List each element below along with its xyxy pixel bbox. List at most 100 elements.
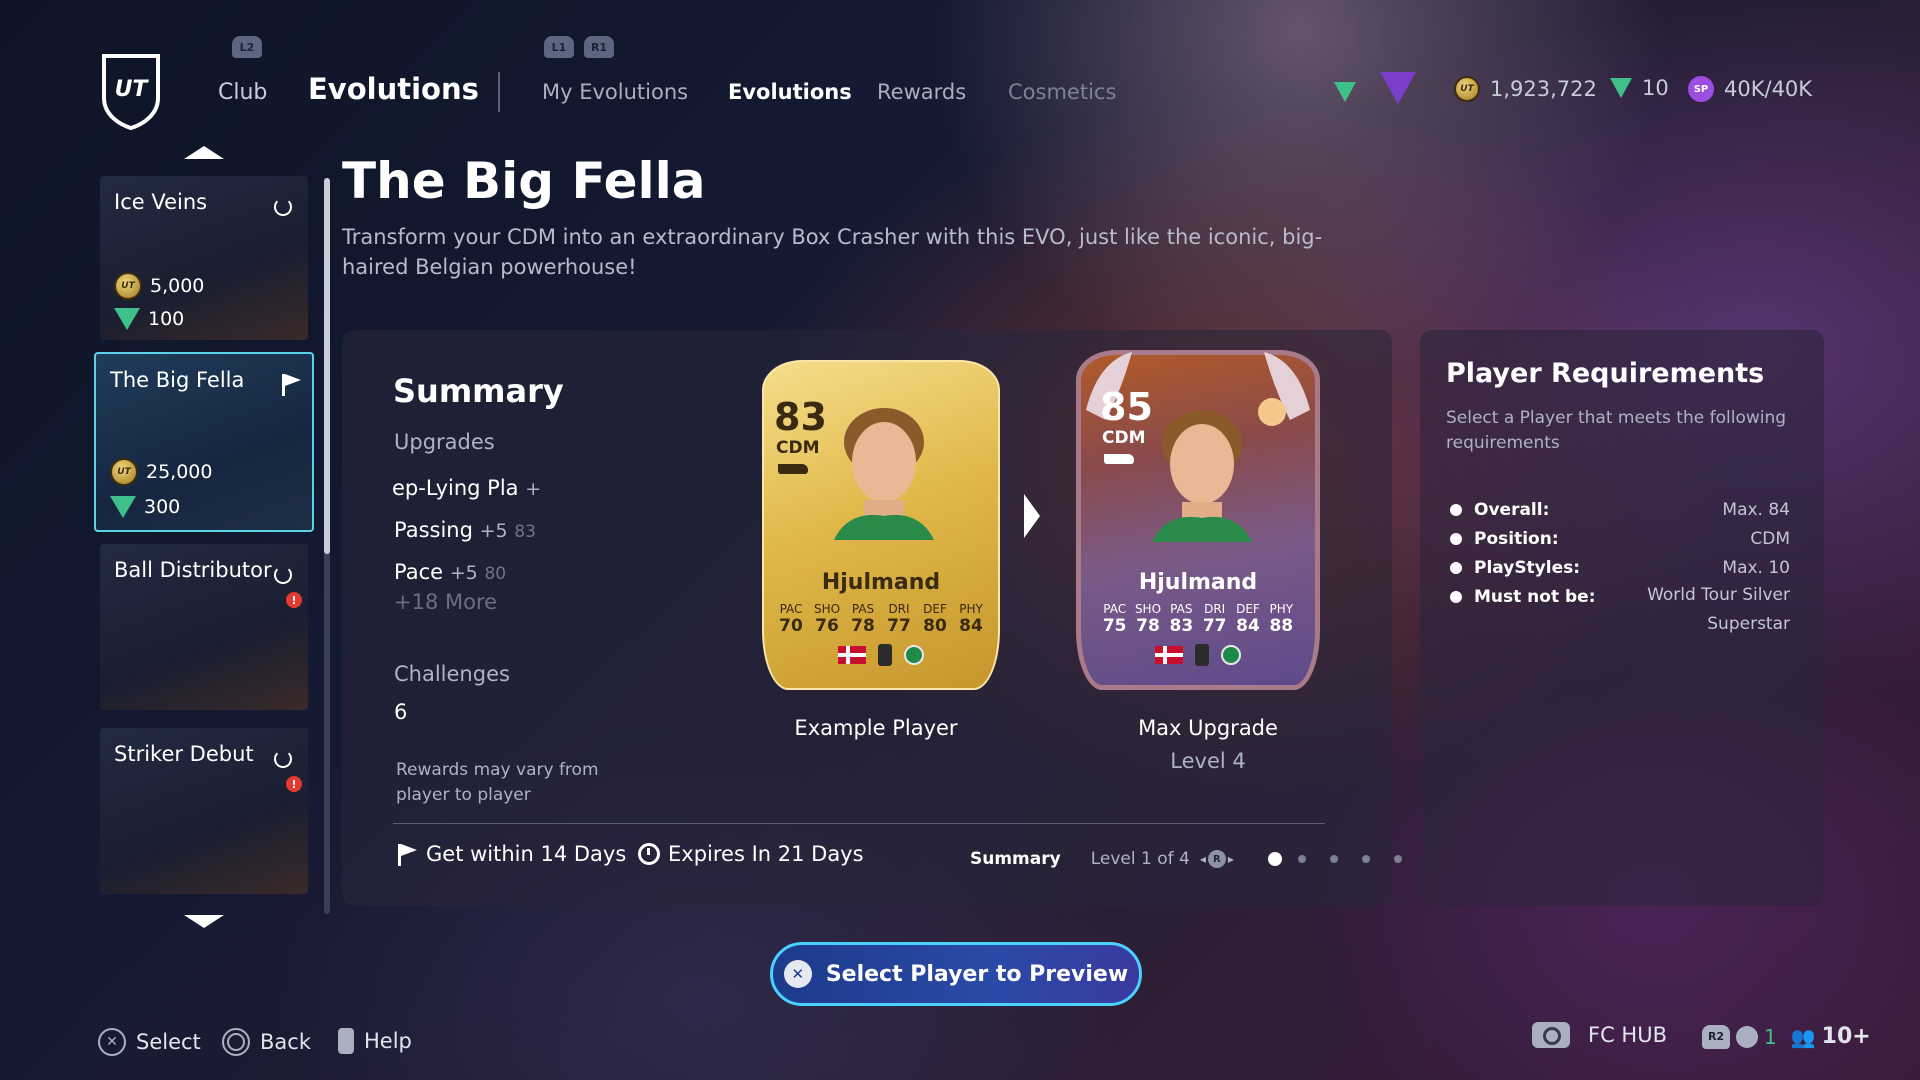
coins-value: 1,923,722 [1490,77,1597,101]
r1-button-icon: R1 [584,36,614,58]
evo-card-ball-distributor[interactable]: Ball Distributor ! [100,544,308,710]
cta-label: Select Player to Preview [825,961,1129,987]
fc-hub-label: FC HUB [1588,1023,1667,1047]
denmark-flag-icon [1155,646,1183,664]
repeatable-icon [274,198,292,216]
circle-button-icon [222,1028,250,1056]
evo-coin-cost: UT 5,000 [114,272,204,300]
pager-dot[interactable] [1297,855,1306,863]
camera-icon [1532,1022,1570,1048]
select-player-to-preview-button[interactable]: ✕ Select Player to Preview [770,942,1142,1006]
league-logo-icon [878,644,892,666]
requirement-key: Must not be: [1450,587,1596,607]
scroll-up-arrow-icon[interactable] [184,146,224,159]
upgrade-item: Pace +5 80 [394,560,506,584]
r2-button-icon: R2 [1702,1024,1730,1049]
player-portrait [1152,410,1252,542]
requirement-must-not-be: Must not be: World Tour Silver Superstar [1450,585,1790,639]
tab-evolutions[interactable]: Evolutions [728,80,852,104]
requirement-value: Max. 84 [1722,500,1790,520]
pager-level-label: Level 1 of 4 [1090,849,1190,869]
stat-sho: SHO 78 [1134,602,1162,636]
stat-dri: DRI 77 [887,602,911,636]
social-status[interactable]: R2 1 👥 10+ [1702,1024,1871,1049]
evolution-description: Transform your CDM into an extraordinary… [342,225,1323,279]
denmark-flag-icon [838,646,866,664]
mic-mute-icon [1736,1025,1758,1048]
list-scrollbar-thumb[interactable] [324,178,330,554]
friends-count: 10+ [1821,1024,1871,1049]
evo-card-the-big-fella[interactable]: The Big Fella UT 25,000 300 [94,352,314,532]
nav-evolutions[interactable]: Evolutions [308,72,479,106]
nav-club[interactable]: Club [218,80,267,105]
requirement-key: Overall: [1450,500,1549,520]
get-within-text: Get within 14 Days [426,842,627,866]
pager-dot[interactable] [1329,855,1338,863]
alert-icon: ! [286,776,302,792]
chevron-right-icon: ▸ [1227,852,1234,866]
division-rank-icon [1380,72,1416,104]
requirements-description: Select a Player that meets the following… [1446,408,1787,453]
more-upgrades-link[interactable]: +18 More [394,590,497,614]
tab-rewards[interactable]: Rewards [877,80,966,104]
upgrade-arrow-icon [1024,494,1040,538]
evo-points-cost: 300 [110,496,180,518]
card-stats: PAC 75 SHO 78 PAS 83 DRI 77 DEF 84 PHY 88 [1098,602,1298,636]
coins-balance: UT 1,923,722 [1454,76,1597,102]
hint-select[interactable]: ✕ Select [98,1028,201,1056]
card-badges [762,644,1000,666]
online-count: 1 [1764,1024,1777,1049]
evolution-title: The Big Fella [342,152,706,210]
card-stats: PAC 70 SHO 76 PAS 78 DRI 77 DEF 80 PHY 84 [774,602,988,636]
player-portrait [834,408,934,540]
requirement-playstyles: PlayStyles: Max. 10 [1450,558,1790,578]
upgrade-item: Passing +5 83 [394,518,536,542]
sp-icon: SP [1688,76,1714,102]
level-pager[interactable]: Summary Level 1 of 4 ◂ R ▸ [970,849,1402,869]
stat-pas: PAS 83 [1169,602,1194,636]
stat-pac: PAC 75 [1102,602,1127,636]
requirement-overall: Overall: Max. 84 [1450,500,1790,520]
nav-divider [498,72,500,112]
alert-icon: ! [286,592,302,608]
pager-r-control[interactable]: ◂ R ▸ [1200,850,1234,868]
evo-coin-cost-value: 25,000 [146,461,213,483]
evo-card-title: Ice Veins [114,190,208,214]
scroll-down-arrow-icon[interactable] [184,915,224,928]
fc-hub-button[interactable]: FC HUB [1532,1022,1667,1048]
tab-cosmetics[interactable]: Cosmetics [1008,80,1116,104]
stat-phy: PHY 88 [1269,602,1294,636]
max-upgrade-level: Level 4 [1170,749,1246,773]
evo-card-ice-veins[interactable]: Ice Veins UT 5,000 100 [100,176,308,340]
hint-help[interactable]: Help [338,1028,412,1054]
evo-points-cost: 100 [114,308,184,330]
hint-back[interactable]: Back [222,1028,311,1056]
league-logo-icon [1195,644,1209,666]
hint-help-label: Help [364,1029,412,1053]
cross-button-icon: ✕ [98,1028,126,1056]
upgrade-plus: +5 [449,562,478,584]
r-stick-icon: R [1207,850,1226,868]
stat-dri: DRI 77 [1202,602,1227,636]
pager-dot[interactable] [1267,852,1282,866]
pager-dot[interactable] [1361,855,1370,863]
max-upgrade-caption: Max Upgrade [1138,716,1278,740]
tab-my-evolutions[interactable]: My Evolutions [542,80,688,104]
chevron-left-icon: ◂ [1199,852,1206,866]
friends-icon: 👥 [1790,1024,1816,1049]
pager-dot[interactable] [1393,855,1402,863]
upgrade-item: ep-Lying Pla + [392,476,541,500]
fc-points-icon [1610,78,1632,98]
sp-value: 40K/40K [1724,77,1813,101]
evo-card-title: The Big Fella [110,368,245,392]
evo-card-title: Striker Debut [114,742,254,766]
season-rank-icon [1334,82,1356,102]
requirement-key: Position: [1450,529,1559,549]
club-crest-icon [904,645,924,665]
pager-summary-label: Summary [970,849,1061,869]
touchpad-icon [338,1028,354,1054]
card-rating: 83 [774,395,827,439]
summary-divider [393,823,1325,824]
evo-coin-cost: UT 25,000 [110,458,212,486]
evo-card-striker-debut[interactable]: Striker Debut ! [100,728,308,894]
